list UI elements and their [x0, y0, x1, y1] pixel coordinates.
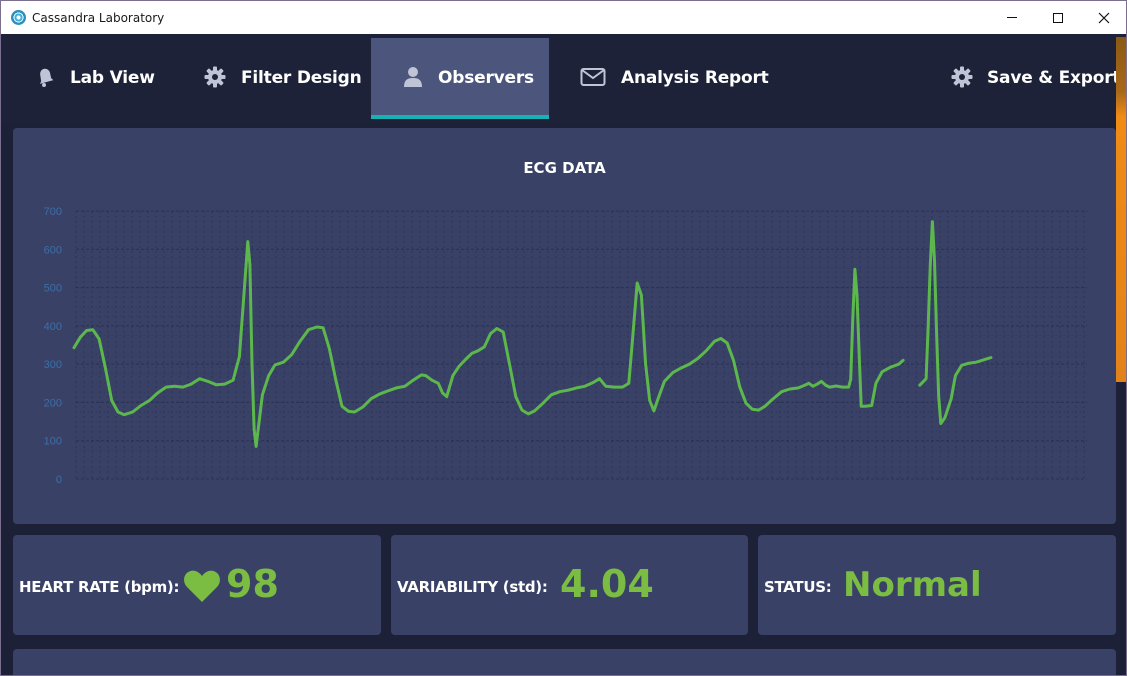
heart-rate-value: 98: [226, 562, 279, 606]
ecg-series-line: [72, 240, 905, 448]
bottom-panel: [13, 649, 1116, 675]
tab-lab-view-label: Lab View: [70, 68, 155, 88]
y-tick-label: 600: [44, 244, 62, 256]
variability-label: VARIABILITY (std):: [397, 578, 548, 596]
heart-icon: [184, 570, 220, 602]
minimize-icon: [1007, 17, 1017, 18]
close-icon: [1098, 12, 1110, 23]
tab-observers-label: Observers: [438, 68, 534, 88]
app-window: Cassandra Laboratory Lab View Filter Des…: [0, 0, 1127, 676]
tab-save-export[interactable]: Save & Export: [936, 38, 1121, 119]
tab-analysis-report[interactable]: Analysis Report: [566, 38, 769, 119]
y-tick-label: 500: [44, 283, 62, 295]
main-nav: Lab View Filter Design Observers Analysi…: [1, 34, 1126, 122]
variability-value: 4.04: [560, 562, 654, 606]
maximize-icon: [1053, 12, 1063, 23]
heart-rate-label: HEART RATE (bpm):: [19, 578, 180, 596]
tab-analysis-report-label: Analysis Report: [621, 68, 769, 88]
app-logo-icon: [11, 10, 26, 25]
variability-card: VARIABILITY (std): 4.04: [391, 535, 748, 635]
y-tick-label: 300: [44, 359, 62, 371]
tab-save-export-label: Save & Export: [987, 68, 1121, 88]
status-label: STATUS:: [764, 578, 832, 596]
close-button[interactable]: [1081, 1, 1126, 34]
maximize-button[interactable]: [1035, 1, 1081, 34]
gear-icon: [951, 66, 973, 88]
y-tick-label: 200: [44, 397, 62, 409]
ecg-chart-panel: ECG DATA 0 100 200 300 400 500 600 700: [13, 128, 1116, 524]
y-tick-label: 400: [44, 321, 62, 333]
bell-icon: [39, 68, 54, 87]
tab-lab-view[interactable]: Lab View: [19, 38, 169, 119]
tab-filter-design[interactable]: Filter Design: [189, 38, 362, 119]
y-tick-label: 700: [44, 206, 62, 218]
tab-observers[interactable]: Observers: [371, 38, 549, 119]
ecg-chart: 0 100 200 300 400 500 600 700: [44, 206, 1087, 486]
status-card: STATUS: Normal: [758, 535, 1116, 635]
user-icon: [404, 67, 422, 87]
title-bar[interactable]: Cassandra Laboratory: [1, 1, 1126, 34]
y-tick-label: 0: [56, 474, 62, 486]
scrollbar[interactable]: [1116, 37, 1126, 382]
minimize-button[interactable]: [989, 1, 1035, 34]
tab-filter-design-label: Filter Design: [241, 68, 362, 88]
window-title: Cassandra Laboratory: [32, 11, 165, 25]
y-tick-label: 100: [44, 436, 62, 448]
gear-icon: [204, 66, 226, 88]
envelope-icon: [580, 68, 606, 86]
status-value: Normal: [843, 565, 982, 605]
heart-rate-card: HEART RATE (bpm): 98: [13, 535, 381, 635]
